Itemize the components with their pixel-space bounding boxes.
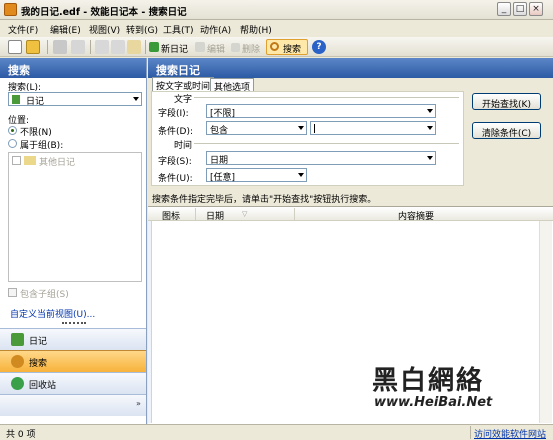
column-icon[interactable]: 图标 — [162, 209, 180, 222]
search-type-select[interactable]: 日记 — [8, 92, 142, 107]
chevron-down-icon — [298, 173, 304, 177]
splitter-grip[interactable] — [62, 322, 86, 324]
start-search-button[interactable]: 开始查找(K) — [472, 93, 541, 110]
open-folder-icon[interactable] — [26, 40, 40, 54]
results-list[interactable]: 图标 日期 ▽ 内容摘要 黑白網絡 www.HeiBai.Net — [148, 206, 553, 424]
close-button[interactable]: × — [529, 2, 543, 16]
column-summary[interactable]: 内容摘要 — [398, 209, 434, 222]
paste-icon[interactable] — [127, 40, 141, 54]
sort-descending-icon: ▽ — [242, 210, 248, 218]
list-gutter — [148, 221, 152, 423]
column-date[interactable]: 日期 — [206, 209, 224, 222]
chevron-down-icon — [427, 156, 433, 160]
radio-all-label[interactable]: 不限(N) — [20, 125, 52, 138]
condition-label: 条件(D): — [158, 127, 193, 137]
customize-view-link[interactable]: 自定义当前视图(U)... — [10, 307, 95, 320]
minimize-button[interactable]: _ — [497, 2, 511, 16]
divider — [194, 143, 459, 144]
right-pane-header: 搜索日记 — [148, 58, 553, 78]
field-select[interactable]: [不限] — [206, 104, 436, 119]
nav-recycle-bin[interactable]: 回收站 — [0, 372, 146, 394]
condition-select[interactable]: 包含 — [206, 121, 307, 136]
radio-group-label[interactable]: 属于组(B): — [20, 138, 63, 151]
chevron-down-icon — [427, 126, 433, 130]
help-icon[interactable]: ? — [312, 40, 326, 54]
toolbar: 新日记 编辑 删除 搜索 ? — [0, 37, 553, 57]
new-document-icon[interactable] — [8, 40, 22, 54]
plus-icon — [149, 42, 159, 52]
time-group-label: 时间 — [174, 141, 193, 151]
tab-text-or-time[interactable]: 按文字或时间 — [152, 77, 215, 92]
chevron-double-down-icon[interactable]: » — [136, 399, 141, 408]
tab-other-options[interactable]: 其他选项 — [210, 78, 255, 93]
folder-icon — [24, 156, 36, 165]
time-field-select[interactable]: 日期 — [206, 151, 436, 166]
menu-edit[interactable]: 编辑(E) — [50, 23, 81, 36]
tree-item-other-diary[interactable]: 其他日记 — [39, 155, 75, 168]
text-group-label: 文字 — [174, 95, 193, 105]
diary-book-icon — [12, 95, 20, 104]
text-cursor — [314, 124, 315, 133]
chevron-down-icon — [427, 109, 433, 113]
menu-view[interactable]: 视图(V) — [89, 23, 120, 36]
time-condition-select[interactable]: [任意] — [206, 168, 307, 183]
list-header: 图标 日期 ▽ 内容摘要 — [148, 207, 553, 222]
divider — [194, 97, 459, 98]
chevron-down-icon — [133, 97, 139, 101]
print-icon[interactable] — [53, 40, 67, 54]
field-label: 字段(I): — [158, 109, 189, 119]
search-toolbar-label: 搜索 — [283, 45, 302, 55]
nav-search[interactable]: 搜索 — [0, 350, 146, 372]
window-title: 我的日记.edf - 效能日记本 - 搜索日记 — [21, 7, 187, 18]
nav-diary[interactable]: 日记 — [0, 328, 146, 350]
radio-all[interactable] — [8, 126, 17, 135]
diary-icon — [11, 333, 24, 346]
watermark-logo: 黑白網絡 — [372, 366, 485, 396]
app-icon — [4, 3, 17, 16]
left-pane-header: 搜索 — [0, 58, 146, 78]
nav-overflow-bar: » — [0, 394, 146, 416]
search-toolbar-button[interactable]: 搜索 — [266, 39, 308, 55]
vertical-scrollbar[interactable] — [539, 221, 552, 423]
new-diary-button[interactable]: 新日记 — [161, 42, 188, 55]
include-subgroups-label: 包含子组(S) — [20, 290, 69, 300]
menu-tools[interactable]: 工具(T) — [163, 23, 194, 36]
left-pane: 搜索 搜索(L): 日记 位置: 不限(N) 属于组(B): 其他日记 包含子组… — [0, 58, 147, 424]
include-subgroups-checkbox[interactable] — [8, 288, 17, 297]
print-preview-icon[interactable] — [71, 40, 85, 54]
clear-conditions-button[interactable]: 清除条件(C) — [472, 122, 541, 139]
time-field-label: 字段(S): — [158, 157, 192, 167]
group-tree[interactable]: 其他日记 — [8, 152, 142, 282]
search-nav-icon — [11, 355, 24, 368]
search-hint: 搜索条件指定完毕后，请单击"开始查找"按钮执行搜索。 — [152, 195, 377, 205]
title-bar: 我的日记.edf - 效能日记本 - 搜索日记 _ □ × — [0, 0, 553, 20]
recycle-icon — [11, 377, 24, 390]
edit-button[interactable]: 编辑 — [207, 42, 225, 55]
menu-bar: 文件(F) 编辑(E) 视图(V) 转到(G) 工具(T) 动作(A) 帮助(H… — [0, 20, 553, 37]
visit-website-link[interactable]: 访问效能软件网站 — [474, 427, 546, 440]
delete-button[interactable]: 删除 — [242, 42, 260, 55]
maximize-button[interactable]: □ — [513, 2, 527, 16]
cut-icon[interactable] — [95, 40, 109, 54]
menu-help[interactable]: 帮助(H) — [240, 23, 272, 36]
chevron-down-icon — [298, 126, 304, 130]
radio-group[interactable] — [8, 139, 17, 148]
status-bar: 共 0 项 访问效能软件网站 — [0, 424, 553, 440]
tree-checkbox[interactable] — [12, 156, 21, 165]
item-count: 共 0 项 — [6, 430, 36, 440]
menu-goto[interactable]: 转到(G) — [126, 23, 158, 36]
copy-icon[interactable] — [111, 40, 125, 54]
time-condition-label: 条件(U): — [158, 174, 193, 184]
condition-value-input[interactable] — [310, 121, 436, 135]
edit-icon — [195, 42, 205, 52]
search-icon — [270, 42, 279, 51]
menu-file[interactable]: 文件(F) — [8, 23, 38, 36]
watermark-url: www.HeiBai.Net — [374, 395, 493, 410]
delete-icon — [231, 43, 240, 52]
menu-action[interactable]: 动作(A) — [200, 23, 231, 36]
